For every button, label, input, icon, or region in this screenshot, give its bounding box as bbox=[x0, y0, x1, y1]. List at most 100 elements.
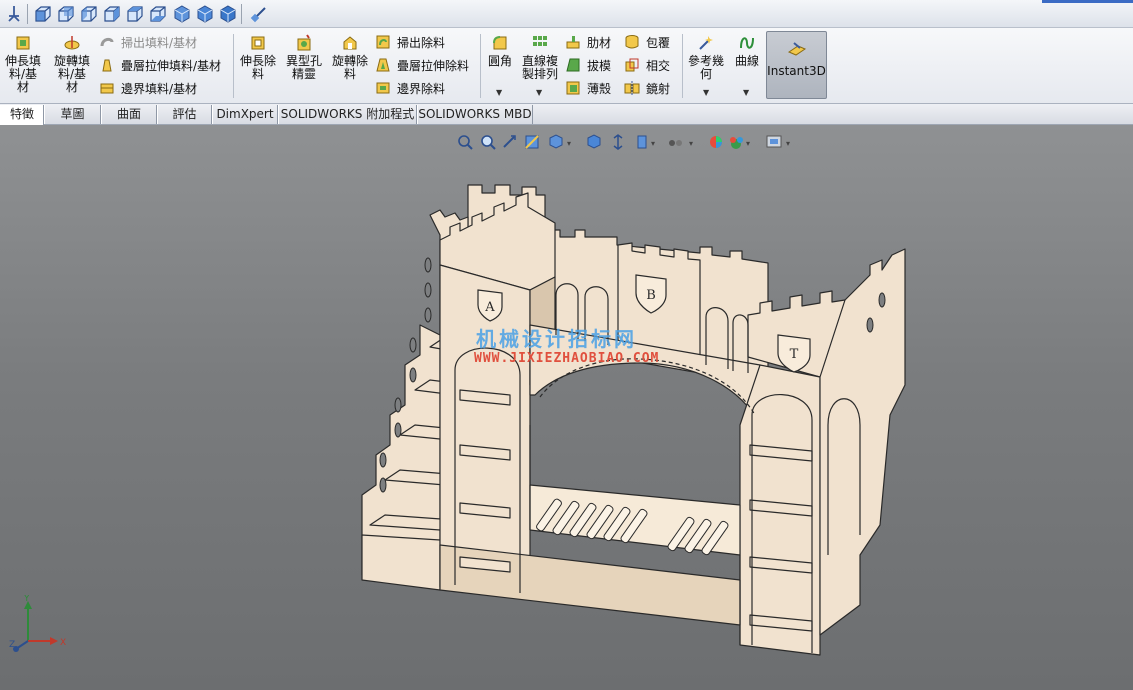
boundary-cut-icon bbox=[376, 82, 390, 94]
mirror-icon bbox=[624, 81, 640, 95]
mirror-button[interactable]: 鏡射 bbox=[624, 79, 670, 97]
rib-button[interactable]: 肋材 bbox=[565, 33, 611, 51]
draft-button[interactable]: 拔模 bbox=[565, 56, 611, 74]
bottom-view-icon[interactable] bbox=[148, 4, 168, 24]
window-accent-bar bbox=[1042, 0, 1133, 3]
shell-icon bbox=[566, 81, 580, 95]
stair-cutout bbox=[394, 397, 402, 413]
revolve-cut-icon bbox=[343, 36, 357, 50]
normal-to-icon[interactable] bbox=[249, 4, 269, 24]
top-view-icon[interactable] bbox=[125, 4, 145, 24]
linear-pattern-button[interactable]: 直線複製排列 bbox=[520, 34, 560, 81]
left-view-icon[interactable] bbox=[79, 4, 99, 24]
tab-evaluate[interactable]: 評估 bbox=[157, 105, 212, 124]
shield-letter-a: A bbox=[484, 300, 495, 315]
rib-icon bbox=[566, 36, 580, 49]
loft-cut-button[interactable]: 疊層拉伸除料 bbox=[375, 56, 469, 74]
mirror-label: 鏡射 bbox=[646, 81, 671, 96]
ribbon-divider bbox=[480, 34, 481, 98]
extrude-cut-label: 伸長除料 bbox=[239, 54, 276, 81]
stair-cutout bbox=[409, 337, 417, 353]
revolve-boss-button[interactable]: 旋轉填料/基材 bbox=[52, 34, 92, 94]
wrap-button[interactable]: 包覆 bbox=[624, 33, 670, 51]
revolve-cut-button[interactable]: 旋轉除料 bbox=[330, 34, 370, 81]
extrude-boss-label: 伸長填料/基材 bbox=[4, 54, 41, 94]
front-view-icon[interactable] bbox=[33, 4, 53, 24]
command-manager-tabs: 特徵 草圖 曲面 評估 DimXpert SOLIDWORKS 附加程式 SOL… bbox=[0, 104, 1133, 126]
draft-label: 拔模 bbox=[587, 58, 612, 73]
dimetric-view-icon[interactable] bbox=[218, 4, 238, 24]
stair-cutout bbox=[409, 367, 417, 383]
shell-label: 薄殼 bbox=[587, 81, 612, 96]
sweep-cut-button[interactable]: 掃出除料 bbox=[375, 33, 445, 51]
reference-geometry-icon bbox=[699, 36, 713, 50]
stair-front-face bbox=[361, 534, 441, 591]
stair-cutout bbox=[379, 452, 387, 468]
view-orientation-icon[interactable] bbox=[4, 4, 24, 24]
extrude-boss-icon bbox=[16, 36, 30, 50]
triad-z-label: Z bbox=[9, 640, 15, 650]
loft-boss-button[interactable]: 疊層拉伸填料/基材 bbox=[99, 56, 221, 74]
command-ribbon: 伸長填料/基材 旋轉填料/基材 掃出填料/基材 疊層拉伸填料/基材 邊界填料/基… bbox=[0, 28, 1133, 104]
loft-boss-icon bbox=[102, 59, 112, 72]
reference-geometry-label: 參考幾何 bbox=[687, 54, 724, 81]
intersect-button[interactable]: 相交 bbox=[624, 56, 670, 74]
instant3d-button[interactable]: Instant3D bbox=[766, 31, 827, 99]
draft-icon bbox=[566, 58, 580, 72]
instant3d-icon bbox=[787, 42, 806, 56]
view-toolbar bbox=[0, 0, 1133, 28]
curves-icon bbox=[740, 37, 754, 49]
linear-pattern-icon bbox=[533, 36, 547, 46]
hole-wizard-icon bbox=[297, 34, 311, 51]
boundary-cut-label: 邊界除料 bbox=[397, 81, 446, 96]
pattern-dropdown-icon[interactable]: ▼ bbox=[536, 88, 542, 97]
fillet-dropdown-icon[interactable]: ▼ bbox=[496, 88, 502, 97]
fillet-label: 圓角 bbox=[487, 54, 512, 68]
curves-button[interactable]: 曲線 bbox=[732, 34, 762, 68]
reference-triad: Y X Z bbox=[9, 595, 66, 652]
tab-features[interactable]: 特徵 bbox=[0, 105, 44, 126]
hole-wizard-button[interactable]: 異型孔精靈 bbox=[284, 34, 324, 81]
tab-dimxpert[interactable]: DimXpert bbox=[212, 105, 278, 124]
sweep-cut-icon bbox=[376, 35, 390, 49]
fillet-icon bbox=[493, 36, 507, 50]
back-view-icon[interactable] bbox=[56, 4, 76, 24]
watermark-text-cn: 机械设计招标网 bbox=[476, 327, 637, 351]
sweep-boss-label: 掃出填料/基材 bbox=[121, 35, 198, 50]
ribbon-divider bbox=[682, 34, 683, 98]
right-view-icon[interactable] bbox=[102, 4, 122, 24]
boundary-boss-label: 邊界填料/基材 bbox=[121, 81, 198, 96]
curves-dropdown-icon[interactable]: ▼ bbox=[743, 88, 749, 97]
stair-cutout bbox=[424, 282, 432, 298]
boundary-boss-icon bbox=[100, 83, 114, 94]
intersect-label: 相交 bbox=[646, 58, 671, 73]
tab-addins[interactable]: SOLIDWORKS 附加程式 bbox=[278, 105, 417, 124]
extrude-cut-button[interactable]: 伸長除料 bbox=[238, 34, 278, 81]
isometric-view-icon[interactable] bbox=[172, 4, 192, 24]
tab-sketch[interactable]: 草圖 bbox=[44, 105, 101, 124]
trimetric-view-icon[interactable] bbox=[195, 4, 215, 24]
sweep-boss-icon bbox=[100, 37, 114, 47]
fillet-button[interactable]: 圓角 bbox=[485, 34, 515, 68]
rib-label: 肋材 bbox=[587, 35, 612, 50]
boundary-boss-button[interactable]: 邊界填料/基材 bbox=[99, 79, 197, 97]
toolbar-divider bbox=[241, 4, 242, 24]
graphics-viewport[interactable]: ▾ ▾ ▾ ▾ ▾ A B T 机械设计招标网 WWW.JIXIEZHAOBIA… bbox=[0, 125, 1133, 690]
sweep-boss-button[interactable]: 掃出填料/基材 bbox=[99, 33, 197, 51]
hole-wizard-label: 異型孔精靈 bbox=[285, 54, 322, 81]
watermark-url: WWW.JIXIEZHAOBIAO.COM bbox=[474, 351, 660, 366]
extrude-cut-icon bbox=[251, 36, 265, 50]
castle-bunk-bed-model[interactable]: A B T bbox=[0, 125, 1133, 690]
stair-cutout bbox=[878, 292, 886, 308]
boundary-cut-button[interactable]: 邊界除料 bbox=[375, 79, 445, 97]
extrude-boss-button[interactable]: 伸長填料/基材 bbox=[3, 34, 43, 94]
shell-button[interactable]: 薄殼 bbox=[565, 79, 611, 97]
lower-bed-base bbox=[439, 544, 741, 626]
reference-geometry-button[interactable]: 參考幾何 bbox=[686, 34, 726, 81]
sweep-cut-label: 掃出除料 bbox=[397, 35, 446, 50]
reference-geometry-dropdown-icon[interactable]: ▼ bbox=[703, 88, 709, 97]
curves-label: 曲線 bbox=[734, 54, 759, 68]
tab-surfaces[interactable]: 曲面 bbox=[101, 105, 157, 124]
tab-mbd[interactable]: SOLIDWORKS MBD bbox=[417, 105, 533, 124]
intersect-icon bbox=[625, 58, 639, 72]
